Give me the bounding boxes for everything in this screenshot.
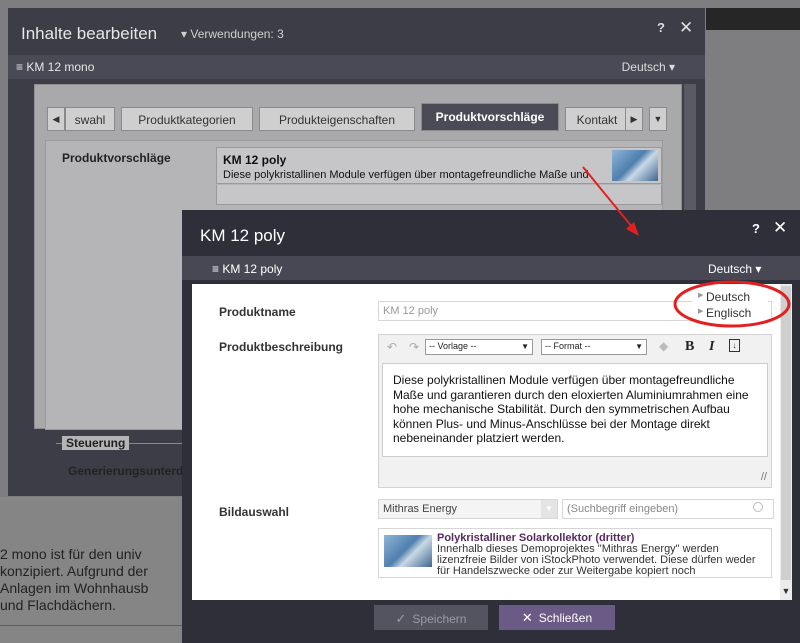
inner-dialog: KM 12 poly ? ✕ ≡ KM 12 poly Deutsch ▾ Pr… <box>182 210 800 643</box>
scroll-down-icon[interactable]: ▼ <box>780 586 792 596</box>
language-dropdown[interactable]: Deutsch ▾ <box>622 60 675 74</box>
usage-dropdown[interactable]: ▾ Verwendungen: 3 <box>181 27 284 41</box>
help-icon[interactable]: ? <box>657 20 665 35</box>
resize-handle-icon[interactable]: // <box>761 471 767 483</box>
product-desc-label: Produktbeschreibung <box>219 340 344 354</box>
inner-dialog-body: Produktname KM 12 poly Produktbeschreibu… <box>192 284 780 600</box>
format-select[interactable]: -- Format -- ▼ <box>541 339 647 355</box>
close-button[interactable]: ✕ Schließen <box>499 605 615 630</box>
tab-auswahl[interactable]: swahl <box>65 107 115 131</box>
chevron-down-icon: ▼ <box>521 342 529 351</box>
check-icon: ✓ <box>395 611 407 626</box>
template-select[interactable]: -- Vorlage -- ▼ <box>425 339 533 355</box>
close-icon[interactable]: ✕ <box>773 218 787 238</box>
italic-icon[interactable]: I <box>709 339 714 355</box>
eraser-icon[interactable]: ◆ <box>659 339 668 353</box>
dialog-footer <box>182 600 800 643</box>
image-source-select[interactable]: Mithras Energy <box>378 499 558 519</box>
inner-record-bar: ≡ KM 12 poly Deutsch ▾ <box>182 256 800 280</box>
paste-icon[interactable]: ↓ <box>729 339 740 352</box>
caret-right-icon: ▶ <box>698 292 704 299</box>
language-menu: ▶ Deutsch ▶ Englisch <box>692 286 768 324</box>
bold-icon[interactable]: B <box>685 339 694 355</box>
save-button-label: Speichern <box>412 612 467 626</box>
language-option-englisch[interactable]: ▶ Englisch <box>698 306 752 320</box>
tab-scroll-right-icon[interactable]: ▶ <box>625 107 643 131</box>
close-icon[interactable]: ✕ <box>679 18 693 38</box>
inner-scrollbar[interactable]: ▼ <box>780 284 792 600</box>
language-option-label: Englisch <box>706 306 752 320</box>
tab-produkteigenschaften[interactable]: Produkteigenschaften <box>259 107 415 131</box>
editor-content-area[interactable]: Diese polykristallinen Module verfügen ü… <box>382 363 768 457</box>
background-text: 2 mono ist für den univ konzipiert. Aufg… <box>0 546 190 614</box>
record-name: ≡ KM 12 poly <box>212 262 283 276</box>
language-option-label: Deutsch <box>706 290 751 304</box>
outer-dialog-title: Inhalte bearbeiten <box>21 24 158 43</box>
product-name-label: Produktname <box>219 305 296 319</box>
tab-bar: ◀ swahl Produktkategorien Produkteigensc… <box>47 103 667 131</box>
outer-record-bar: ≡ KM 12 mono Deutsch ▾ <box>8 55 705 79</box>
image-selection-label: Bildauswahl <box>219 505 290 519</box>
suggestion-empty-row <box>216 185 662 205</box>
record-name: ≡ KM 12 mono <box>16 60 95 74</box>
tab-kontakt[interactable]: Kontakt <box>565 107 629 131</box>
image-search-input[interactable]: (Suchbegriff eingeben) <box>562 499 774 519</box>
caret-right-icon: ▶ <box>698 308 704 315</box>
rich-text-editor: ↶ ↷ -- Vorlage -- ▼ -- Format -- ▼ ◆ B I… <box>378 334 772 488</box>
background-line: 2 mono ist für den univ <box>0 546 142 562</box>
chevron-down-icon[interactable]: ▼ <box>541 500 557 518</box>
save-button[interactable]: ✓ Speichern <box>374 605 488 630</box>
scrollbar-thumb[interactable] <box>781 286 791 580</box>
image-result-desc: Innerhalb dieses Demoprojektes "Mithras … <box>437 543 756 577</box>
background-line: konzipiert. Aufgrund der <box>0 563 148 579</box>
search-icon[interactable] <box>753 502 763 512</box>
close-icon: ✕ <box>521 610 533 625</box>
undo-icon[interactable]: ↶ <box>387 340 397 354</box>
background-line: und Flachdächern. <box>0 597 116 613</box>
suggestion-item[interactable]: KM 12 poly Diese polykristallinen Module… <box>216 147 662 184</box>
suggestion-thumbnail <box>612 150 658 181</box>
image-result-item[interactable]: Polykristalliner Solarkollektor (dritter… <box>378 528 772 578</box>
template-select-value: -- Vorlage -- <box>429 341 477 351</box>
section-title: Steuerung <box>62 436 130 450</box>
format-select-value: -- Format -- <box>545 341 591 351</box>
field-label: Produktvorschläge <box>62 151 171 165</box>
inner-dialog-title: KM 12 poly <box>200 226 286 245</box>
language-dropdown[interactable]: Deutsch ▾ <box>708 262 761 276</box>
language-option-deutsch[interactable]: ▶ Deutsch <box>698 290 751 304</box>
background-topbar <box>706 8 800 30</box>
tab-produktvorschlaege[interactable]: Produktvorschläge <box>421 103 559 131</box>
chevron-down-icon: ▼ <box>635 342 643 351</box>
product-description-text: Diese polykristallinen Module verfügen ü… <box>393 373 749 445</box>
help-icon[interactable]: ? <box>752 221 760 236</box>
tab-produktkategorien[interactable]: Produktkategorien <box>121 107 253 131</box>
close-button-label: Schließen <box>538 611 593 625</box>
editor-toolbar: ↶ ↷ -- Vorlage -- ▼ -- Format -- ▼ ◆ B I… <box>379 335 771 359</box>
image-thumbnail <box>384 535 432 567</box>
background-line: Anlagen im Wohnhausb <box>0 580 149 596</box>
background-underline <box>0 625 188 626</box>
redo-icon[interactable]: ↷ <box>409 340 419 354</box>
tab-menu-icon[interactable]: ▼ <box>649 107 667 131</box>
tab-scroll-left-icon[interactable]: ◀ <box>47 107 65 131</box>
suggestion-desc: Diese polykristallinen Module verfügen ü… <box>223 169 589 181</box>
suggestion-title: KM 12 poly <box>223 153 287 167</box>
